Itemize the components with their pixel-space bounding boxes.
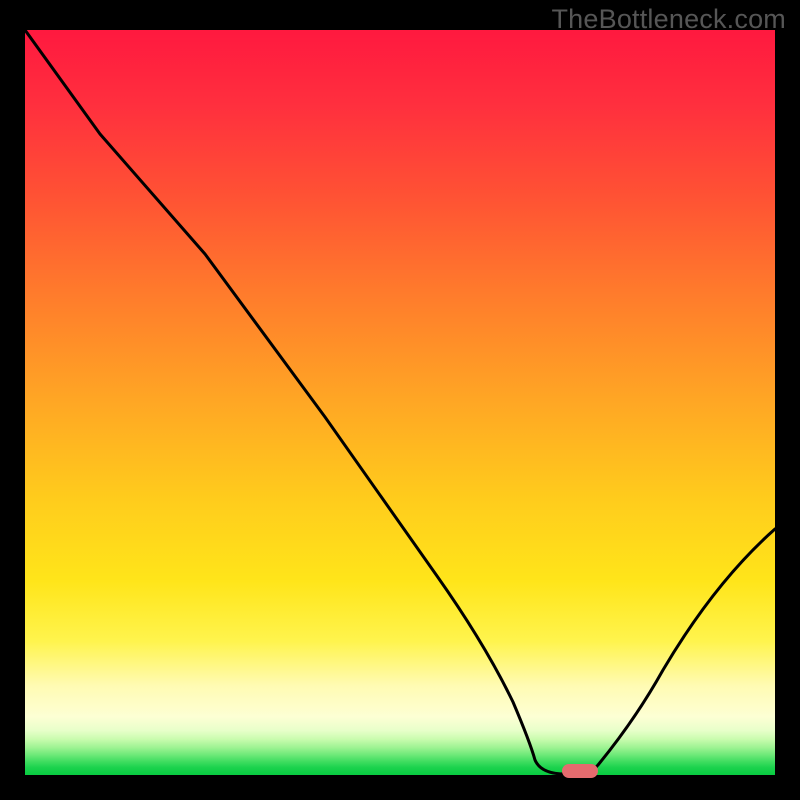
watermark-text: TheBottleneck.com: [551, 4, 786, 35]
bottleneck-curve: [25, 30, 775, 775]
optimal-point-marker: [562, 764, 598, 778]
curve-path: [25, 30, 775, 774]
chart-frame: TheBottleneck.com: [0, 0, 800, 800]
